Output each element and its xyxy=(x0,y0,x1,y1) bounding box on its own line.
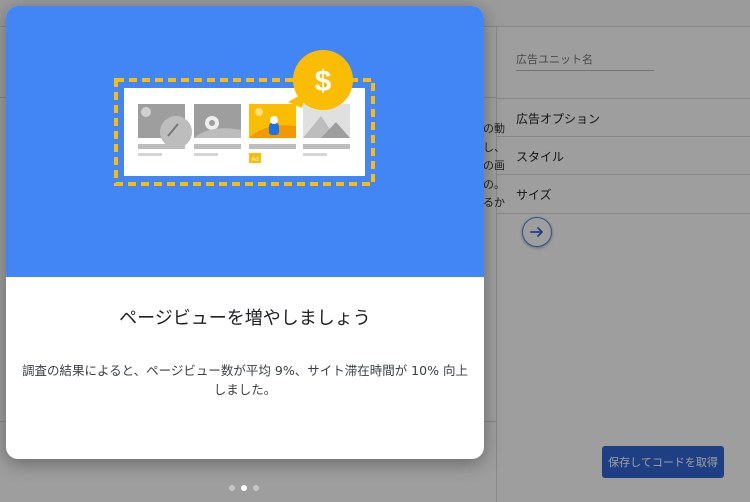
content-tile-4 xyxy=(303,104,350,156)
content-tile-2 xyxy=(194,104,241,156)
pagination-dot[interactable] xyxy=(229,485,235,491)
ad-badge: Ad xyxy=(251,157,258,163)
hero-illustration-area: Ad $ xyxy=(6,6,484,277)
onboarding-dialog: Ad $ ページビューを増やしましょう 調査の結果によると、ページビュー数が平均… xyxy=(6,6,484,459)
dollar-sign: $ xyxy=(315,65,332,98)
pagination-dot-active[interactable] xyxy=(241,485,247,491)
dialog-description: 調査の結果によると、ページビュー数が平均 9%、サイト滞在時間が 10% 向上し… xyxy=(22,363,468,397)
carousel-pagination xyxy=(229,485,259,491)
pagination-dot[interactable] xyxy=(253,485,259,491)
ad-illustration: Ad $ xyxy=(114,50,375,186)
dollar-coin-icon: $ xyxy=(288,50,353,110)
dialog-title: ページビューを増やしましょう xyxy=(119,308,371,329)
content-tile-1 xyxy=(138,104,192,156)
